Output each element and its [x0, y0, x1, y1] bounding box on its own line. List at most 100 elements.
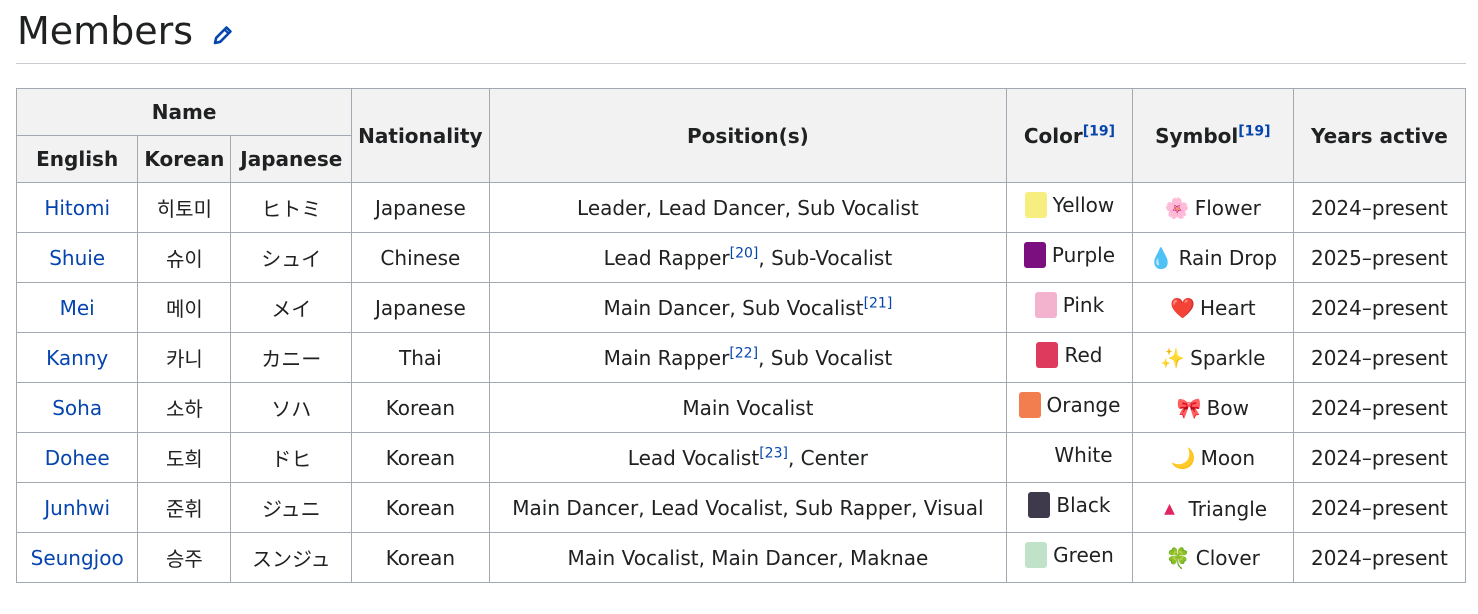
- positions-cell: Main Vocalist: [488, 382, 1008, 433]
- japanese-name-cell: スンジュ: [230, 532, 353, 583]
- nationality-cell: Korean: [351, 382, 490, 433]
- korean-name-cell: 카니: [137, 332, 232, 383]
- member-row: Soha 소하 ソハ Korean Main Vocalist Orange 🎀 Bow 202…: [15, 382, 1467, 433]
- symbol-icon: 🌙: [1170, 445, 1196, 470]
- color-label: White: [1054, 443, 1113, 467]
- member-row: Kanny 카니 カニー Thai Main Rapper[22], Sub Vocal…: [15, 332, 1467, 383]
- member-row: Seungjoo 승주 スンジュ Korean Main Vocalist, Main …: [15, 532, 1467, 583]
- positions-cell: Main Dancer, Lead Vocalist, Sub Rapper, …: [488, 482, 1008, 533]
- member-name-link[interactable]: Mei: [60, 296, 95, 320]
- color-label: Black: [1056, 493, 1111, 517]
- japanese-name-cell: ヒトミ: [230, 182, 353, 233]
- member-name-link[interactable]: Dohee: [45, 446, 110, 470]
- color-swatch: [1023, 242, 1046, 268]
- members-section: Members Name Nationality Position(s) Col…: [0, 0, 1478, 614]
- color-swatch: [1026, 442, 1049, 468]
- korean-name-cell: 준휘: [137, 482, 232, 533]
- nationality-cell: Japanese: [351, 282, 490, 333]
- member-name-link[interactable]: Junhwi: [44, 496, 110, 520]
- color-cell: Black: [1006, 482, 1133, 533]
- member-name-link[interactable]: Soha: [52, 396, 102, 420]
- symbol-icon: ▲: [1164, 501, 1175, 517]
- color-label: Red: [1064, 343, 1103, 367]
- symbol-cell: 🌸 Flower: [1131, 182, 1294, 233]
- positions-text: Lead Vocalist: [627, 445, 760, 470]
- position-ref-link[interactable]: [23]: [759, 445, 788, 461]
- header-japanese: Japanese: [230, 135, 353, 183]
- english-name-cell: Shuie: [15, 232, 139, 283]
- color-cell: Orange: [1006, 382, 1133, 433]
- nationality-cell: Chinese: [351, 232, 490, 283]
- positions-text-tail: , Center: [787, 445, 868, 470]
- symbol-cell: 💧 Rain Drop: [1131, 232, 1294, 283]
- position-ref-link[interactable]: [21]: [864, 295, 893, 311]
- color-swatch: [1034, 292, 1057, 318]
- years-active-cell: 2024–present: [1292, 382, 1467, 433]
- korean-name-cell: 슈이: [137, 232, 232, 283]
- japanese-name-cell: ジュニ: [230, 482, 353, 533]
- nationality-cell: Thai: [351, 332, 490, 383]
- korean-name-cell: 승주: [137, 532, 232, 583]
- header-symbol-ref[interactable]: [19]: [1238, 123, 1270, 139]
- member-row: Dohee 도희 ドヒ Korean Lead Vocalist[23], Center…: [15, 432, 1467, 483]
- english-name-cell: Kanny: [15, 332, 139, 383]
- symbol-icon: ❤️: [1169, 295, 1195, 320]
- positions-cell: Main Dancer, Sub Vocalist[21]: [488, 282, 1008, 333]
- color-swatch: [1018, 392, 1041, 418]
- color-label: Orange: [1046, 393, 1121, 417]
- symbol-cell: ❤️ Heart: [1131, 282, 1294, 333]
- color-cell: White: [1006, 432, 1133, 483]
- positions-cell: Main Rapper[22], Sub Vocalist: [488, 332, 1008, 383]
- positions-cell: Leader, Lead Dancer, Sub Vocalist: [488, 182, 1008, 233]
- korean-name-cell: 히토미: [137, 182, 232, 233]
- nationality-cell: Korean: [351, 532, 490, 583]
- symbol-icon: 💧: [1148, 245, 1174, 270]
- header-symbol-label: Symbol: [1155, 123, 1239, 148]
- symbol-icon: 🌸: [1164, 195, 1190, 220]
- years-active-cell: 2024–present: [1292, 532, 1467, 583]
- header-color-ref[interactable]: [19]: [1083, 123, 1115, 139]
- japanese-name-cell: ドヒ: [230, 432, 353, 483]
- korean-name-cell: 도희: [137, 432, 232, 483]
- header-name: Name: [15, 88, 353, 136]
- position-ref-link[interactable]: [22]: [729, 345, 758, 361]
- section-title: Members: [17, 9, 194, 53]
- color-cell: Green: [1006, 532, 1133, 583]
- color-cell: Purple: [1006, 232, 1133, 283]
- years-active-cell: 2024–present: [1292, 432, 1467, 483]
- color-swatch: [1036, 342, 1059, 368]
- japanese-name-cell: シュイ: [230, 232, 353, 283]
- symbol-cell: 🍀 Clover: [1131, 532, 1294, 583]
- member-name-link[interactable]: Kanny: [46, 346, 108, 370]
- japanese-name-cell: ソハ: [230, 382, 353, 433]
- header-years-active: Years active: [1292, 88, 1467, 183]
- symbol-cell: ▲ Triangle: [1131, 482, 1294, 533]
- positions-text-tail: , Sub-Vocalist: [758, 245, 893, 270]
- header-color-label: Color: [1023, 123, 1083, 148]
- member-row: Hitomi 히토미 ヒトミ Japanese Leader, Lead Dancer,…: [15, 182, 1467, 233]
- positions-cell: Lead Vocalist[23], Center: [488, 432, 1008, 483]
- header-symbol: Symbol[19]: [1131, 88, 1294, 183]
- header-nationality: Nationality: [351, 88, 490, 183]
- position-ref-link[interactable]: [20]: [730, 245, 759, 261]
- korean-name-cell: 메이: [137, 282, 232, 333]
- positions-text: Lead Rapper: [603, 245, 730, 270]
- color-cell: Pink: [1006, 282, 1133, 333]
- heading-divider: [16, 63, 1466, 64]
- positions-cell: Lead Rapper[20], Sub-Vocalist: [488, 232, 1008, 283]
- korean-name-cell: 소하: [137, 382, 232, 433]
- member-name-link[interactable]: Shuie: [49, 246, 105, 270]
- years-active-cell: 2025–present: [1292, 232, 1467, 283]
- symbol-label: Clover: [1195, 545, 1260, 570]
- member-name-link[interactable]: Seungjoo: [31, 546, 124, 570]
- color-swatch: [1024, 192, 1047, 218]
- symbol-label: Flower: [1194, 195, 1261, 220]
- header-positions: Position(s): [488, 88, 1008, 183]
- color-swatch: [1028, 492, 1051, 518]
- color-cell: Red: [1006, 332, 1133, 383]
- member-name-link[interactable]: Hitomi: [44, 196, 110, 220]
- positions-text: Main Dancer, Sub Vocalist: [603, 295, 864, 320]
- pencil-icon[interactable]: [211, 23, 235, 47]
- positions-text-tail: , Sub Vocalist: [758, 345, 893, 370]
- positions-text: Leader, Lead Dancer, Sub Vocalist: [577, 195, 919, 220]
